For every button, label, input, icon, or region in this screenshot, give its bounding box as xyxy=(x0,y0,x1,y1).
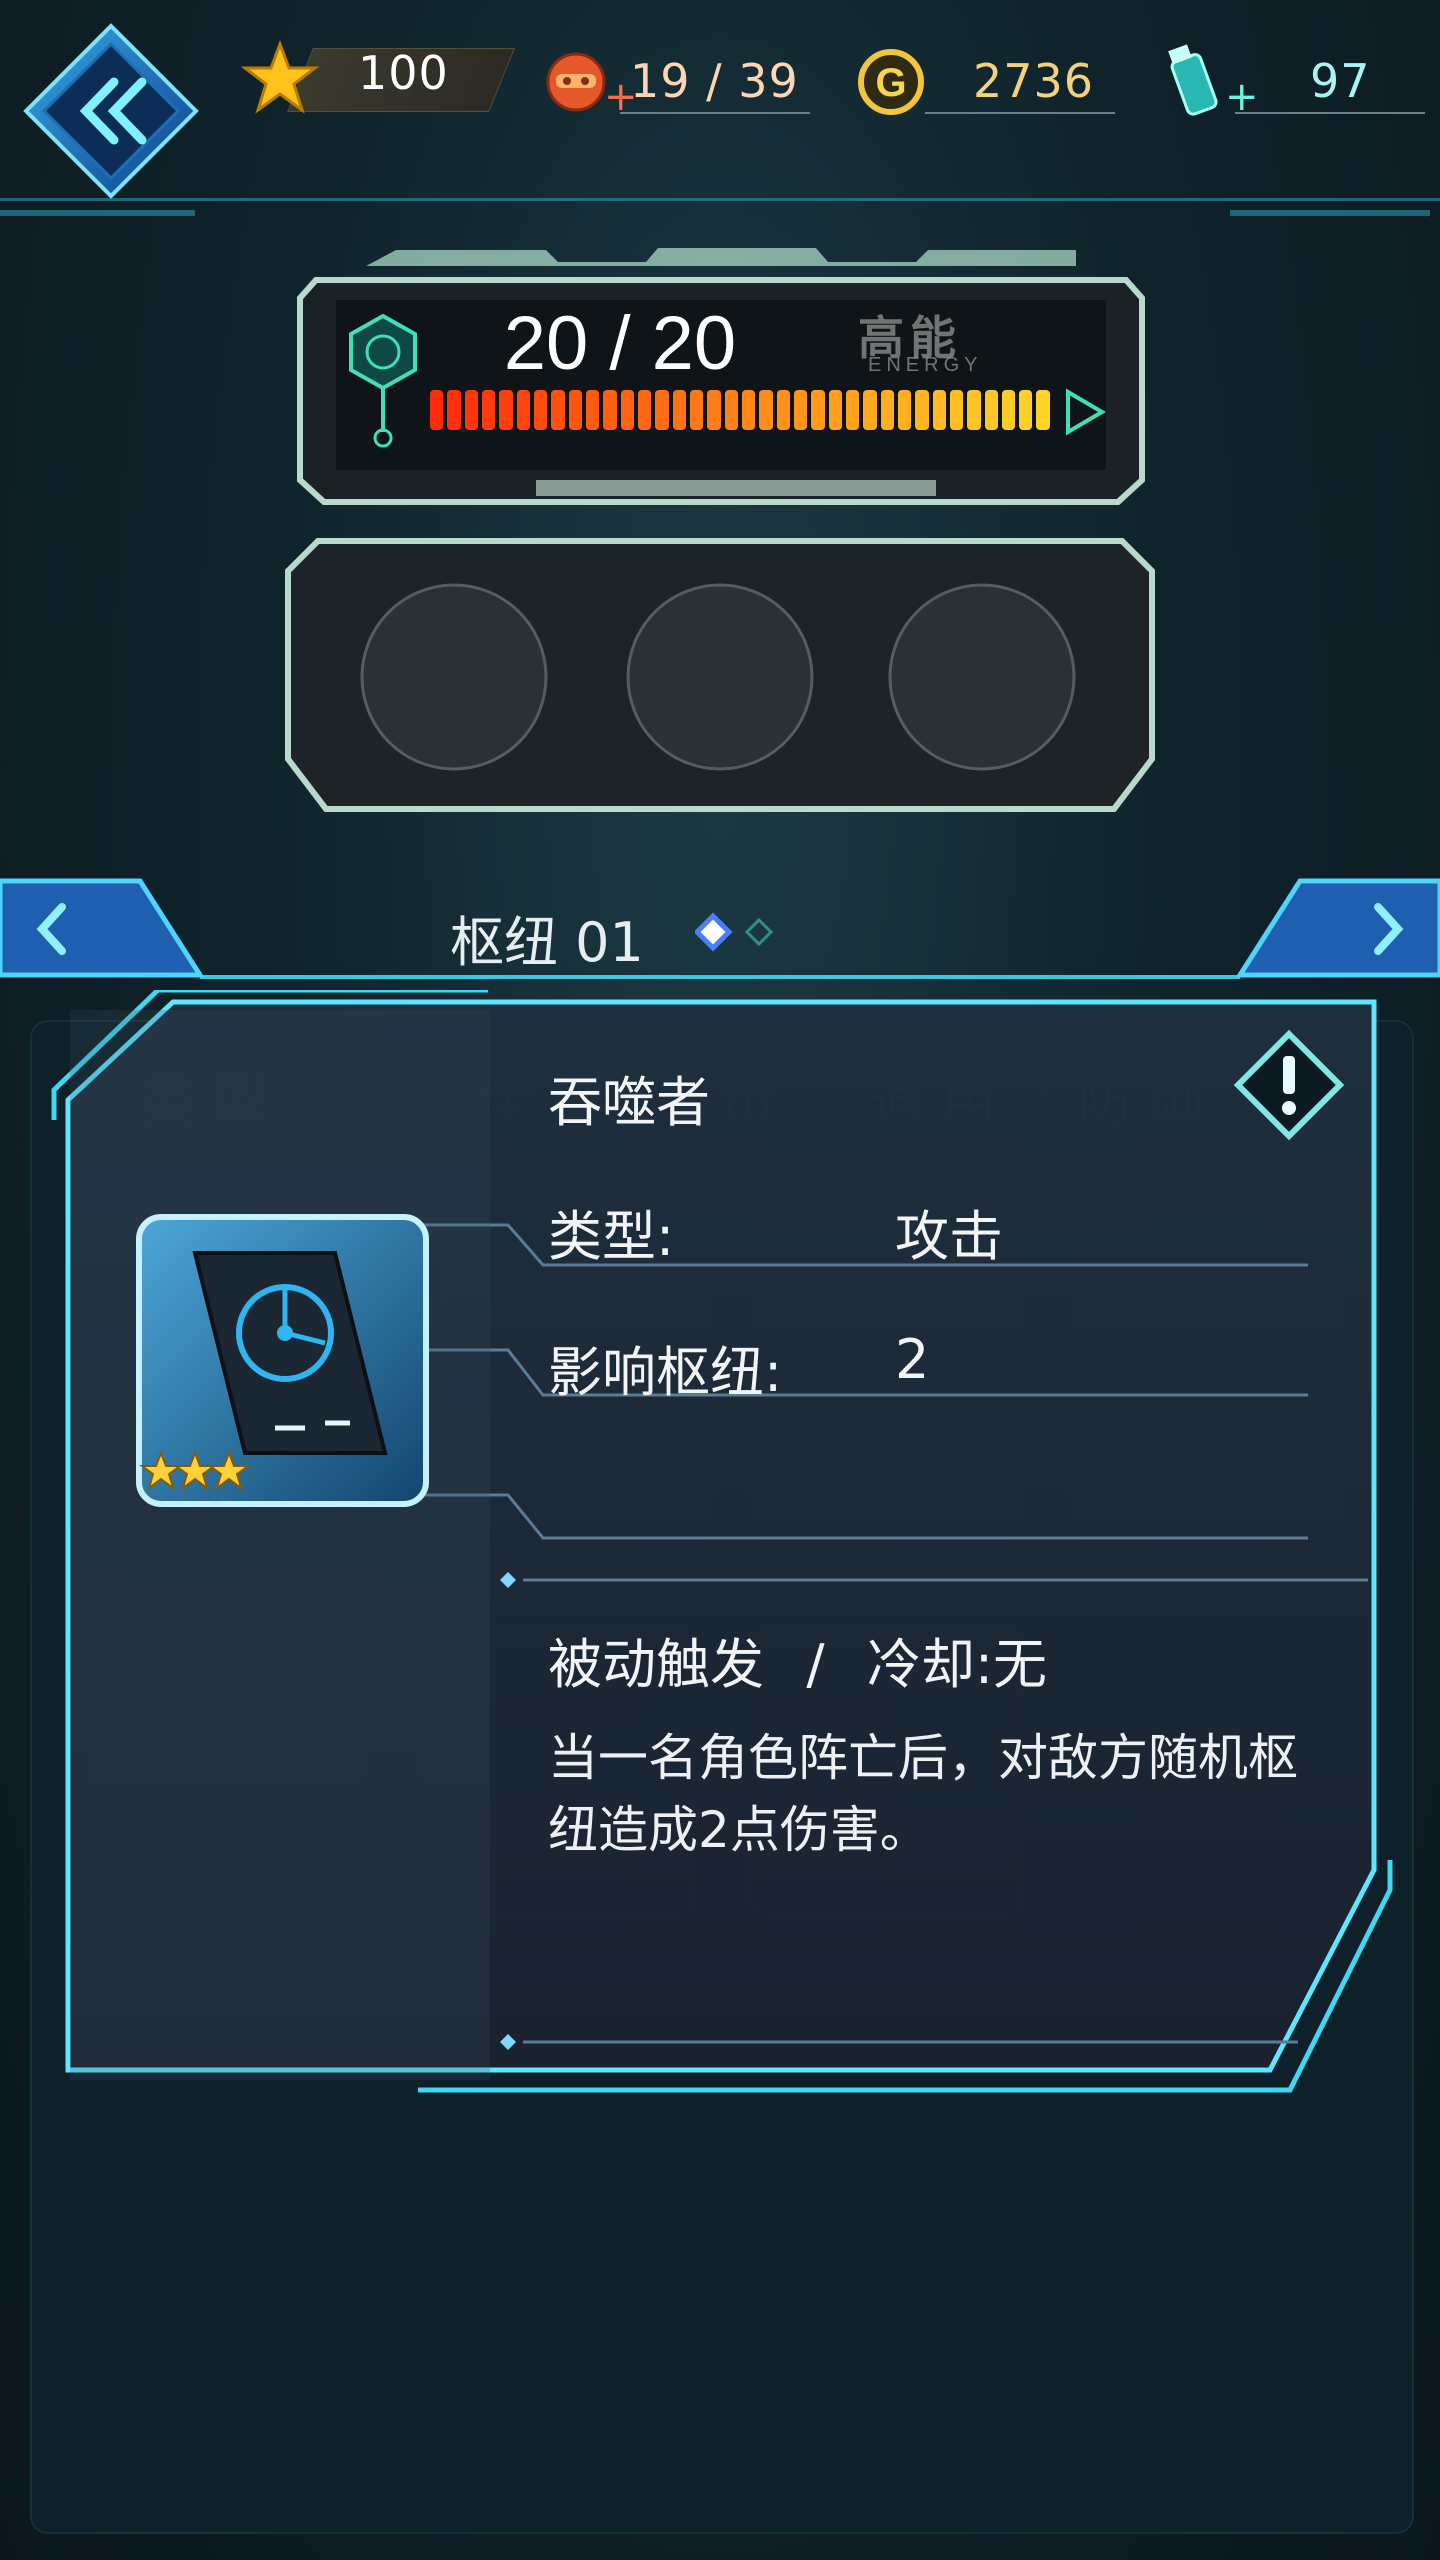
energy-segment xyxy=(464,390,478,430)
energy-segment xyxy=(672,390,686,430)
energy-segment xyxy=(811,390,825,430)
item-card xyxy=(136,1214,429,1507)
energy-segment xyxy=(724,390,738,430)
item-name: 吞噬者 xyxy=(548,1071,710,1134)
energy-segment xyxy=(655,390,669,430)
energy-counter[interactable]: + 19 / 39 xyxy=(540,40,810,120)
energy-count: 19 / 39 xyxy=(630,54,799,108)
energy-segment xyxy=(949,390,964,430)
hub-name: 枢纽 01 xyxy=(450,911,644,974)
next-hub-button[interactable] xyxy=(1235,875,1440,980)
energy-segment xyxy=(932,390,946,430)
nav-divider xyxy=(200,975,1240,979)
energy-segment xyxy=(759,390,773,430)
hud-divider xyxy=(0,198,1440,201)
energy-segment xyxy=(828,390,842,430)
energy-label-sub: ENERGY xyxy=(868,354,983,376)
energy-segment xyxy=(637,390,652,430)
play-triangle-icon xyxy=(1066,388,1106,436)
energy-segment xyxy=(499,390,513,430)
page-dot-inactive xyxy=(744,917,774,947)
energy-segment xyxy=(915,390,929,430)
potion-count: 97 xyxy=(1310,54,1371,108)
item-type-value: 攻击 xyxy=(895,1205,1003,1268)
item-affect-label: 影响枢纽: xyxy=(548,1341,783,1404)
hud-divider-accent xyxy=(1230,210,1430,216)
item-type-label: 类型: xyxy=(548,1205,675,1268)
energy-segment xyxy=(863,390,877,430)
energy-segment xyxy=(551,390,565,430)
svg-text:G: G xyxy=(875,61,906,105)
energy-bar xyxy=(430,390,1050,430)
skill-trigger: 被动触发 / 冷却:无 xyxy=(548,1633,1048,1696)
energy-segment xyxy=(516,390,530,430)
info-button[interactable] xyxy=(1232,1028,1346,1142)
skill-description: 当一名角色阵亡后，对敌方随机枢纽造成2点伤害。 xyxy=(548,1729,1298,1859)
energy-segment xyxy=(776,390,790,430)
energy-segment xyxy=(585,390,600,430)
energy-segment xyxy=(707,390,721,430)
energy-segment xyxy=(845,390,860,430)
page-dot-active xyxy=(695,912,733,952)
hub-slot-1[interactable] xyxy=(360,583,548,771)
energy-segment xyxy=(1001,390,1016,430)
energy-segment xyxy=(967,390,981,430)
prev-hub-button[interactable] xyxy=(0,875,205,980)
energy-segment xyxy=(568,390,582,430)
energy-segment xyxy=(880,390,894,430)
energy-segment xyxy=(689,390,704,430)
hud-divider-accent-left xyxy=(0,210,195,216)
energy-segment xyxy=(741,390,756,430)
exclamation-icon xyxy=(1282,1056,1296,1115)
energy-segment xyxy=(481,390,496,430)
energy-value: 20 / 20 xyxy=(503,301,737,386)
slot-panel xyxy=(285,538,1155,812)
energy-segment xyxy=(897,390,912,430)
star-count: 100 xyxy=(358,46,449,100)
star-icon xyxy=(240,39,320,114)
hub-slot-2[interactable] xyxy=(626,583,814,771)
energy-segment xyxy=(620,390,634,430)
hub-core-icon xyxy=(349,313,417,448)
energy-segment xyxy=(430,390,444,430)
star-counter: 100 xyxy=(240,39,515,120)
popup-left-panel xyxy=(70,1010,490,2080)
energy-segment xyxy=(1036,390,1050,430)
energy-segment xyxy=(447,390,461,430)
hub-page-indicator xyxy=(695,912,774,952)
gold-count: 2736 xyxy=(973,54,1095,108)
energy-segment xyxy=(1019,390,1033,430)
energy-segment xyxy=(533,390,548,430)
energy-segment xyxy=(603,390,617,430)
energy-segment xyxy=(793,390,808,430)
gold-coin-icon: G xyxy=(858,49,924,115)
gold-counter: G 2736 xyxy=(855,40,1115,120)
back-button[interactable] xyxy=(22,22,200,200)
energy-segment xyxy=(984,390,998,430)
hub-slot-3[interactable] xyxy=(888,583,1076,771)
item-affect-value: 2 xyxy=(895,1328,930,1391)
potion-counter[interactable]: + 97 xyxy=(1165,40,1430,120)
